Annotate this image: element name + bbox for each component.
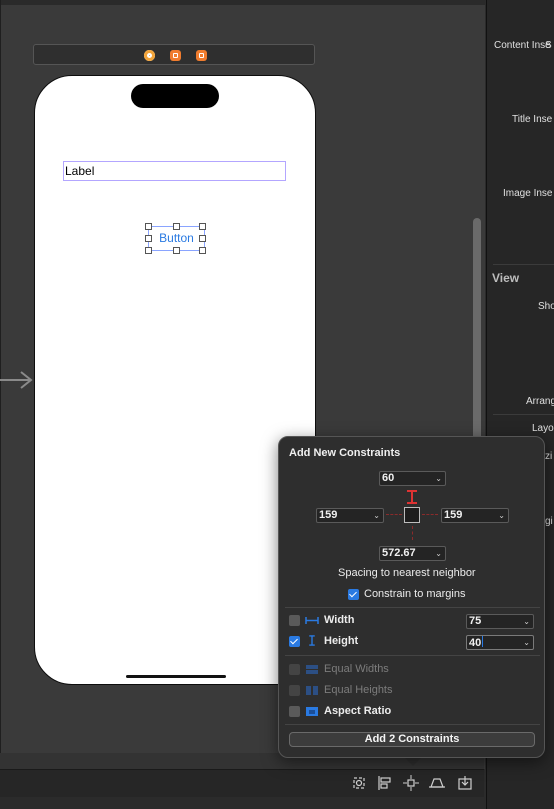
aspect-ratio-label: Aspect Ratio (324, 705, 392, 717)
height-field[interactable]: 40 ⌄ (466, 635, 534, 650)
constrain-to-margins-checkbox[interactable] (348, 589, 359, 600)
top-strut-cap (407, 490, 417, 492)
embed-in-icon[interactable] (457, 775, 473, 791)
height-value: 40 (469, 637, 482, 649)
height-checkbox[interactable] (289, 636, 300, 647)
update-frames-icon[interactable] (351, 775, 367, 791)
inspector-row-arrange: Arrang (526, 396, 554, 407)
chevron-down-icon[interactable]: ⌄ (373, 509, 380, 522)
equal-widths-checkbox[interactable] (289, 664, 300, 675)
popover-divider (285, 655, 540, 656)
chevron-down-icon[interactable]: ⌄ (523, 615, 530, 628)
canvas-top-edge (1, 0, 485, 5)
dynamic-island (131, 84, 219, 108)
equal-widths-label: Equal Widths (324, 663, 389, 675)
inspector-row-margins: gi (545, 516, 553, 527)
leading-spacing-value: 159 (319, 509, 338, 521)
trailing-strut[interactable] (422, 514, 438, 515)
width-value: 75 (469, 615, 482, 627)
leading-strut[interactable] (386, 514, 402, 515)
resize-handle-top[interactable] (173, 223, 180, 230)
add-constraints-icon[interactable] (403, 775, 419, 791)
resize-handle-top-right[interactable] (199, 223, 206, 230)
aspect-ratio-icon (306, 707, 318, 716)
constrain-to-margins-label: Constrain to margins (364, 588, 466, 600)
width-icon (305, 617, 319, 624)
bottom-spacing-field[interactable]: 572.67 ⌄ (379, 546, 446, 561)
resize-handle-top-left[interactable] (145, 223, 152, 230)
entry-point-arrow-icon[interactable] (0, 371, 34, 389)
label-element[interactable]: Label (63, 161, 286, 181)
inspector-row-layout: Layo (532, 423, 554, 434)
selected-view-box (404, 507, 420, 523)
resize-handle-bottom-right[interactable] (199, 247, 206, 254)
exit-icon[interactable] (196, 50, 207, 61)
align-icon[interactable] (377, 775, 393, 791)
scene-dock (33, 44, 315, 65)
inspector-row-show: Sho (538, 301, 554, 312)
chevron-down-icon[interactable]: ⌄ (435, 547, 442, 560)
resize-handle-bottom-left[interactable] (145, 247, 152, 254)
top-spacing-field[interactable]: 60 ⌄ (379, 471, 446, 486)
height-label: Height (324, 635, 359, 647)
height-icon (309, 635, 315, 646)
popover-title: Add New Constraints (289, 447, 401, 459)
width-label: Width (324, 614, 355, 626)
first-responder-icon[interactable] (170, 50, 181, 61)
resize-handle-right[interactable] (199, 235, 206, 242)
add-new-constraints-popover: Add New Constraints 60 ⌄ 159 ⌄ 159 ⌄ 572… (278, 436, 545, 758)
chevron-down-icon[interactable]: ⌄ (498, 509, 505, 522)
popover-divider (285, 724, 540, 725)
top-strut-cap (407, 502, 417, 504)
inspector-divider (493, 414, 554, 415)
iphone-scene[interactable]: Label Button (34, 75, 316, 685)
trailing-spacing-value: 159 (444, 509, 463, 521)
trailing-spacing-field[interactable]: 159 ⌄ (441, 508, 509, 523)
spacing-caption: Spacing to nearest neighbor (338, 567, 476, 579)
chevron-down-icon[interactable]: ⌄ (435, 472, 442, 485)
width-field[interactable]: 75 ⌄ (466, 614, 534, 629)
chevron-down-icon[interactable]: ⌄ (523, 636, 530, 649)
resize-handle-left[interactable] (145, 235, 152, 242)
equal-heights-checkbox[interactable] (289, 685, 300, 696)
inspector-divider (493, 264, 554, 265)
home-indicator (126, 675, 226, 678)
add-constraints-button[interactable]: Add 2 Constraints (289, 732, 535, 747)
popover-arrow (404, 757, 422, 766)
inspector-row-content-insets: Content Inse (494, 40, 551, 51)
equal-heights-label: Equal Heights (324, 684, 393, 696)
view-controller-icon[interactable] (144, 50, 155, 61)
resize-handle-bottom[interactable] (173, 247, 180, 254)
popover-divider (285, 607, 540, 608)
text-cursor (482, 636, 484, 647)
aspect-ratio-checkbox[interactable] (289, 706, 300, 717)
resolve-issues-icon[interactable] (429, 775, 445, 791)
inspector-row-sizing: zi (545, 451, 553, 462)
inspector-section-view: View (492, 271, 520, 285)
equal-heights-icon (306, 686, 318, 695)
inspector-row-title-insets: Title Inse (512, 114, 553, 125)
top-spacing-value: 60 (382, 472, 395, 484)
inspector-row-image-insets: Image Inse (503, 188, 553, 199)
leading-spacing-field[interactable]: 159 ⌄ (316, 508, 384, 523)
bottom-spacing-value: 572.67 (382, 547, 416, 559)
bottom-strut[interactable] (412, 526, 413, 540)
equal-widths-icon (306, 665, 318, 674)
width-checkbox[interactable] (289, 615, 300, 626)
